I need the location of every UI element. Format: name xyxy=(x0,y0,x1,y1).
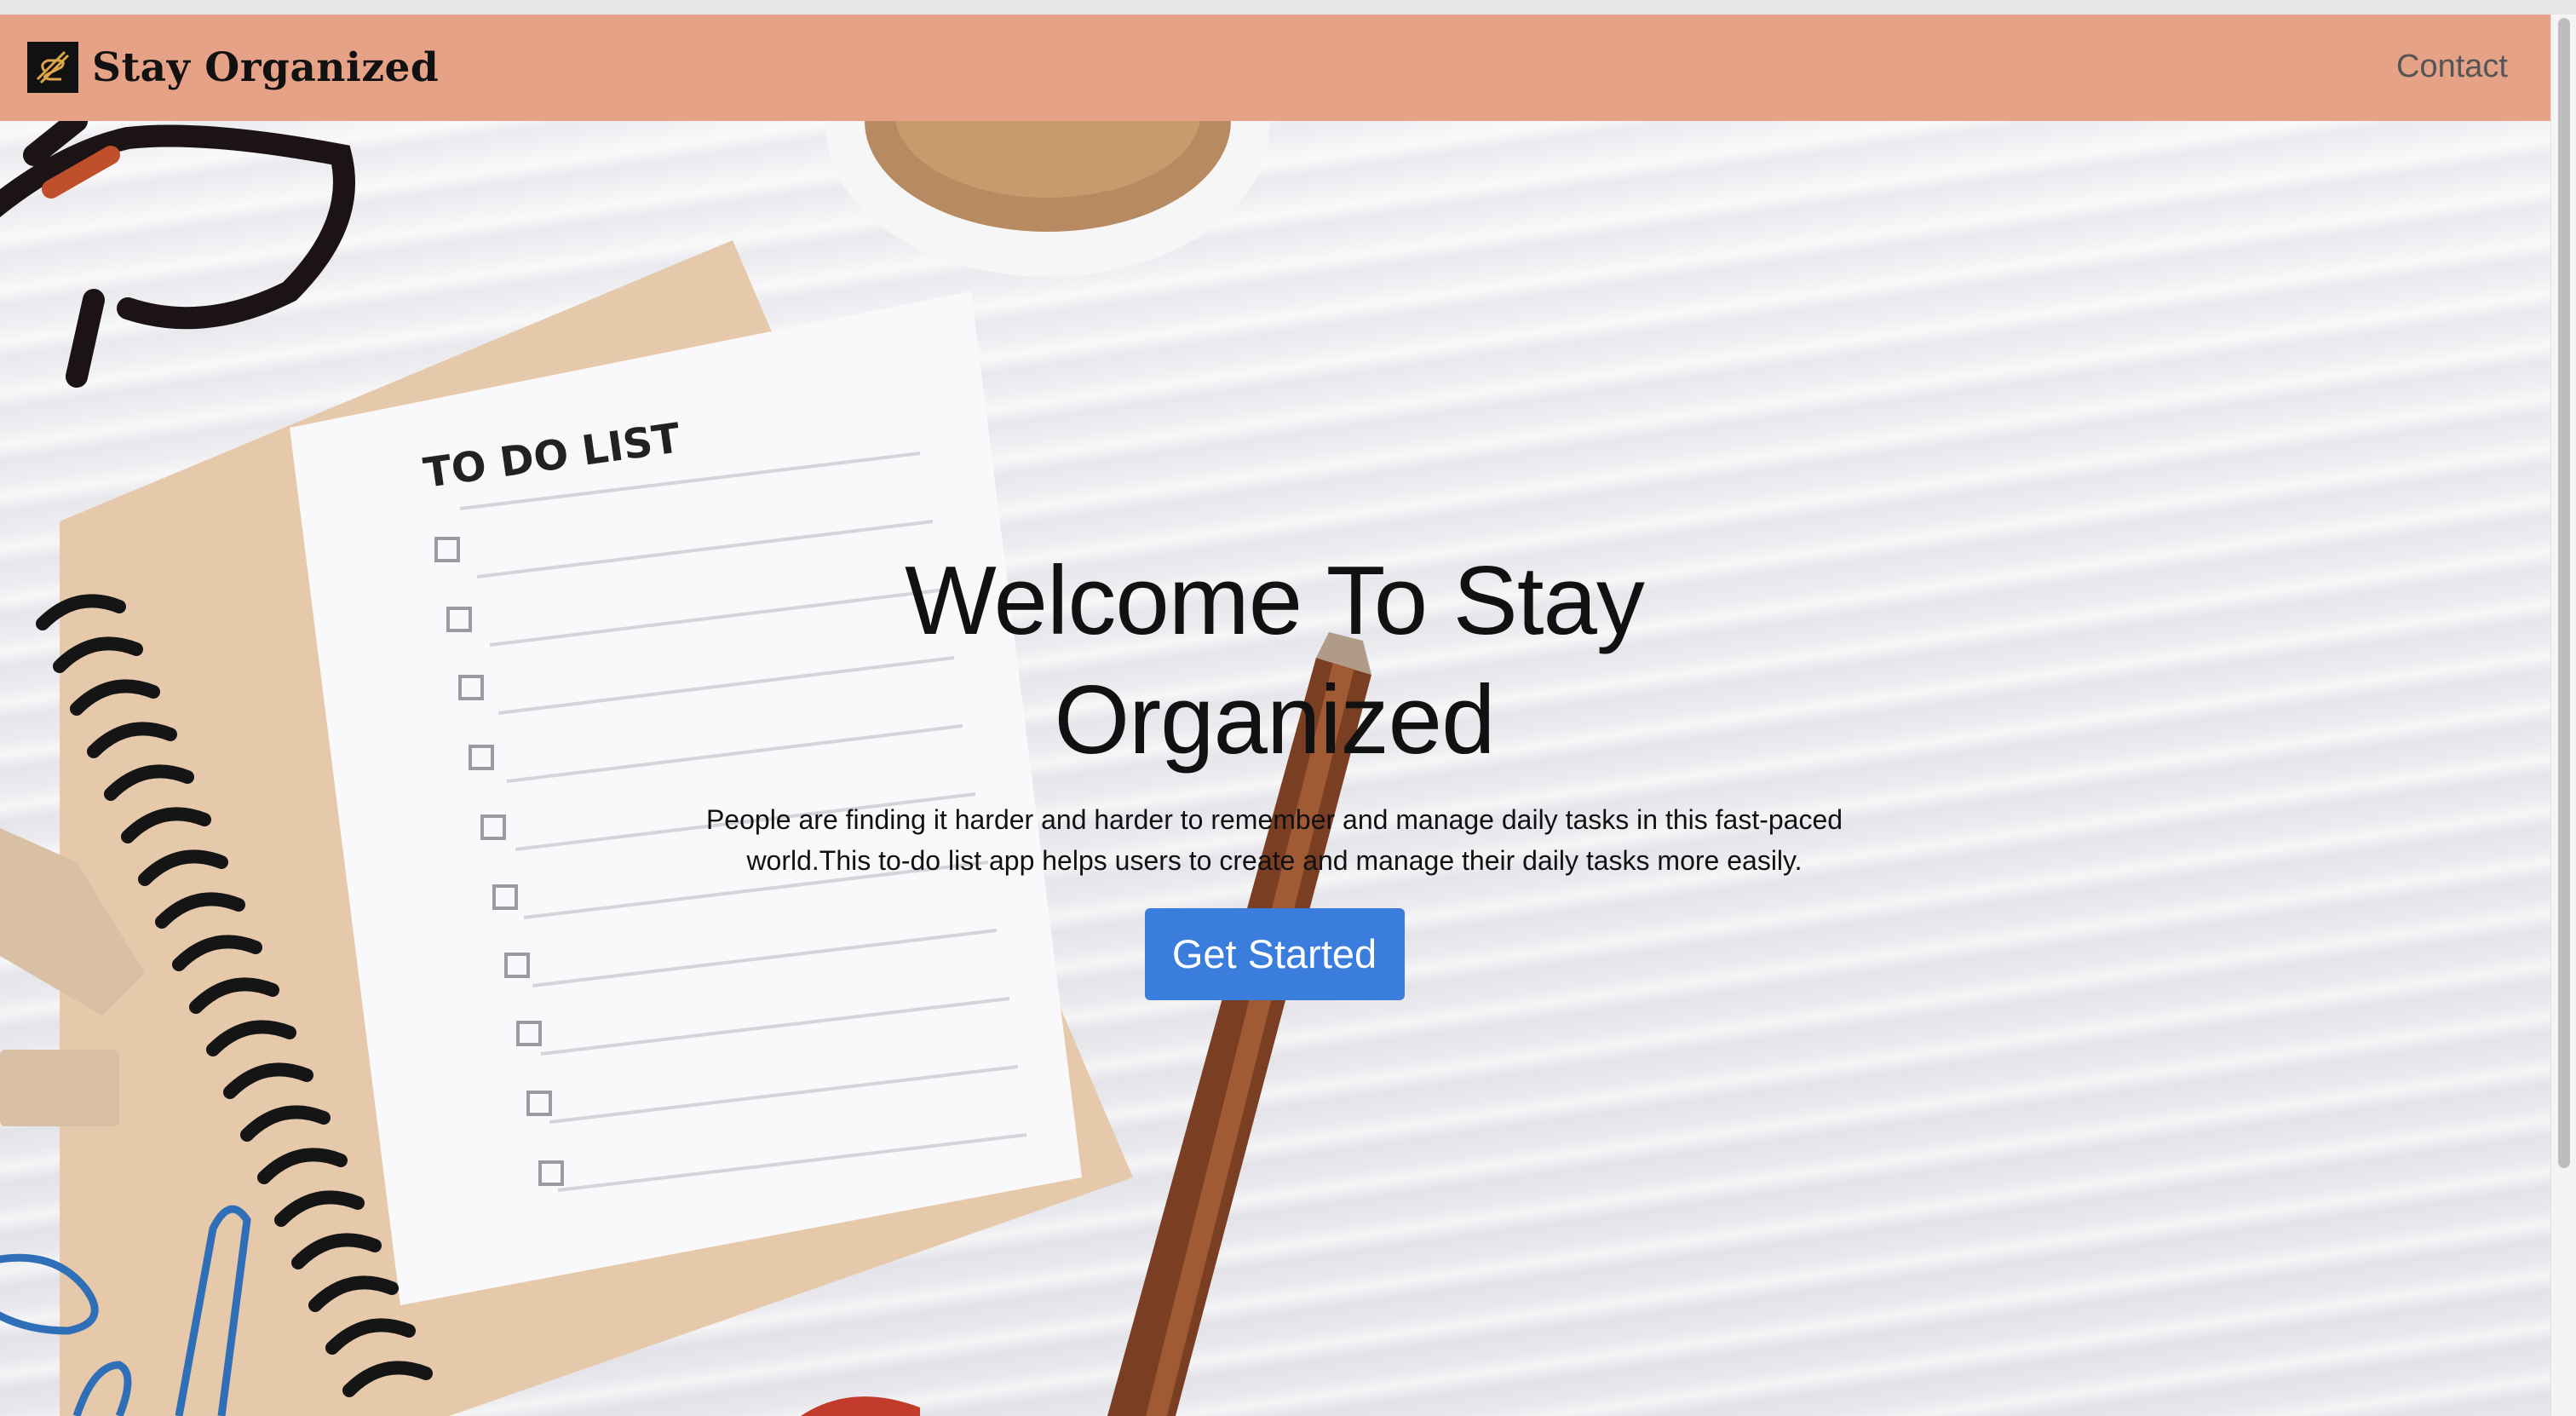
stay-organized-logo-icon xyxy=(27,42,78,93)
contact-link[interactable]: Contact xyxy=(2396,49,2508,85)
navbar: Stay Organized Contact xyxy=(0,14,2550,121)
red-object xyxy=(801,1396,920,1416)
scrollbar-thumb[interactable] xyxy=(2558,18,2570,1168)
coffee-cup xyxy=(826,121,1269,277)
eyeglasses xyxy=(0,121,355,388)
vertical-scrollbar[interactable] xyxy=(2550,14,2576,1416)
browser-top-edge xyxy=(0,0,2576,14)
hero-title: Welcome To Stay Organized xyxy=(905,547,1645,774)
brand[interactable]: Stay Organized xyxy=(27,37,439,98)
get-started-button[interactable]: Get Started xyxy=(1144,908,1405,1000)
hero-section: TO DO LIST Welcome To Stay Organized Peo… xyxy=(0,121,2550,1416)
hero-content: Welcome To Stay Organized People are fin… xyxy=(681,542,1867,1000)
hero-description: People are finding it harder and harder … xyxy=(705,804,1843,876)
brand-name: Stay Organized xyxy=(92,43,440,91)
